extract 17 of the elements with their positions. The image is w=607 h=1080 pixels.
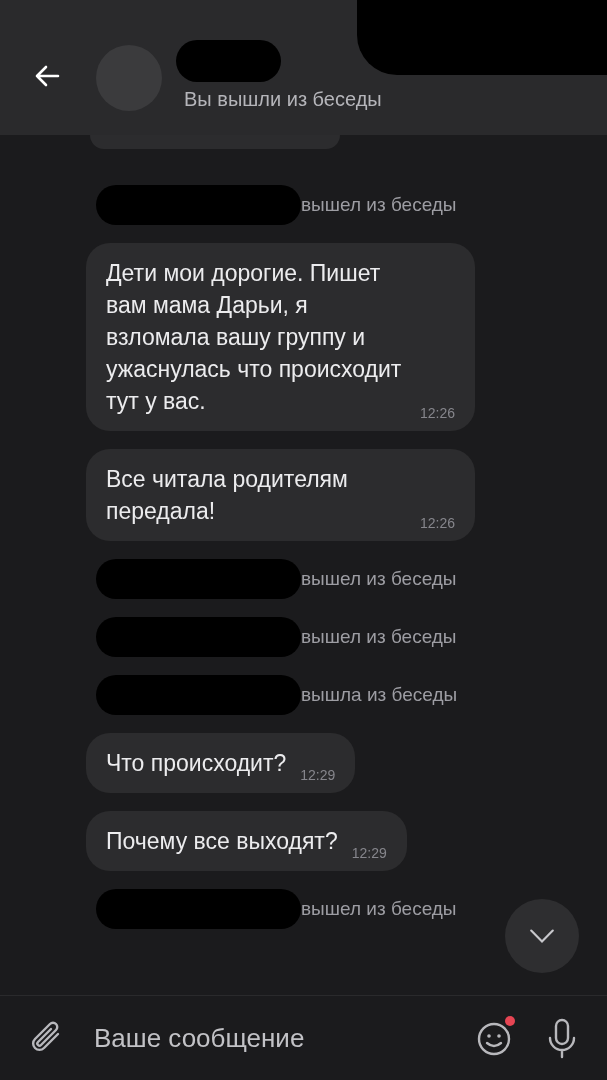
microphone-icon[interactable]: [547, 1017, 577, 1059]
chevron-down-icon: [528, 927, 556, 945]
message-time: 12:26: [420, 405, 456, 421]
message-text: Почему все выходят?: [106, 827, 338, 856]
message-text: Все читала родителям передала!: [106, 465, 349, 526]
chat-status: Вы вышли из беседы: [184, 88, 382, 111]
message-time: 12:29: [351, 845, 387, 861]
service-message: вышел из беседы: [301, 626, 457, 648]
service-message: вышел из беседы: [301, 898, 457, 920]
service-message: вышел из беседы: [301, 194, 457, 216]
service-message: вышла из беседы: [301, 684, 458, 706]
message-time: 12:26: [420, 515, 456, 531]
message-time: 12:29: [300, 767, 336, 783]
message-input[interactable]: Ваше сообщение: [84, 1018, 455, 1058]
message-text: Что происходит?: [106, 749, 287, 778]
service-message: вышел из беседы: [301, 568, 457, 590]
message-text: Дети мои дорогие. Пишет вам мама Дарьи, я взломала вашу группу и ужаснулась что происходит тут у вас.: [106, 259, 403, 416]
